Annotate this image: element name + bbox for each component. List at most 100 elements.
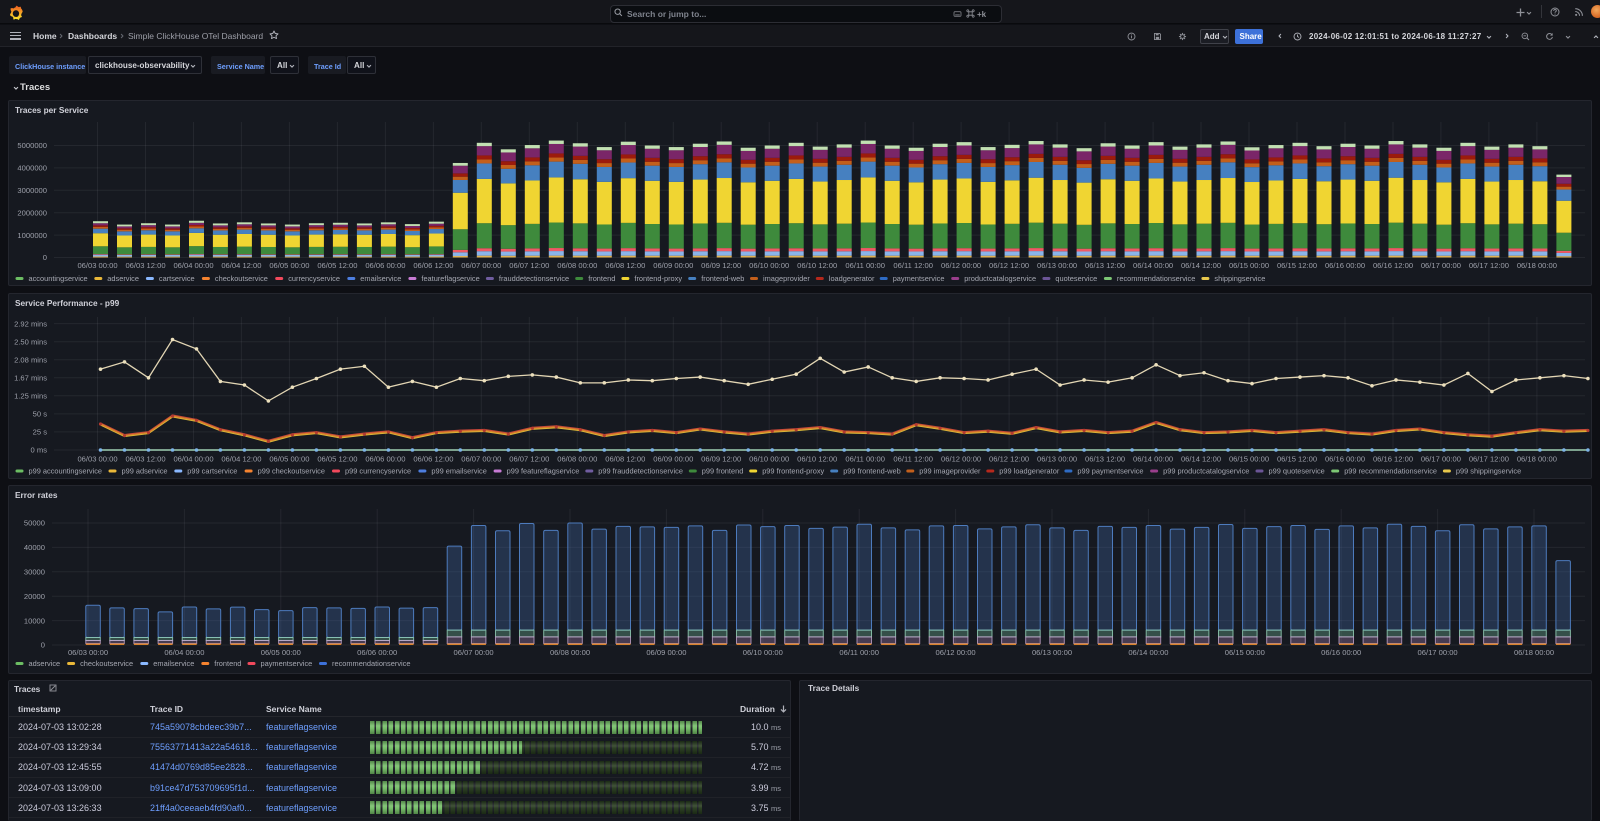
svg-text:25 s: 25 s [33,428,48,437]
svg-text:emailservice: emailservice [153,659,194,668]
svg-text:30000: 30000 [24,568,45,577]
svg-text:cartservice: cartservice [159,274,195,283]
svg-text:06/11 12:00: 06/11 12:00 [893,455,933,464]
svg-text:06/16 12:00: 06/16 12:00 [1373,261,1413,270]
svg-text:06/13 00:00: 06/13 00:00 [1037,455,1077,464]
svg-text:p99 productcatalogservice: p99 productcatalogservice [1163,467,1249,476]
svg-text:06/06 00:00: 06/06 00:00 [365,455,405,464]
svg-text:06/12 00:00: 06/12 00:00 [941,455,981,464]
svg-text:06/10 00:00: 06/10 00:00 [743,648,783,657]
svg-text:06/07 00:00: 06/07 00:00 [461,455,501,464]
svg-text:06/09 00:00: 06/09 00:00 [653,455,693,464]
svg-text:p99 adservice: p99 adservice [122,467,168,476]
svg-text:frontend-web: frontend-web [701,274,744,283]
svg-text:06/12 00:00: 06/12 00:00 [941,261,981,270]
svg-text:2000000: 2000000 [17,208,47,217]
svg-text:p99 emailservice: p99 emailservice [431,467,486,476]
svg-text:adservice: adservice [29,659,61,668]
svg-text:20000: 20000 [24,592,45,601]
svg-text:06/04 00:00: 06/04 00:00 [173,261,213,270]
svg-text:06/08 00:00: 06/08 00:00 [550,648,590,657]
svg-text:p99 shippingservice: p99 shippingservice [1456,467,1521,476]
svg-text:06/07 12:00: 06/07 12:00 [509,261,549,270]
svg-text:accountingservice: accountingservice [29,274,88,283]
svg-text:06/11 00:00: 06/11 00:00 [845,261,885,270]
svg-text:06/13 12:00: 06/13 12:00 [1085,261,1125,270]
svg-text:3000000: 3000000 [17,186,47,195]
svg-text:p99 accountingservice: p99 accountingservice [29,467,103,476]
svg-text:06/14 12:00: 06/14 12:00 [1181,455,1221,464]
svg-text:06/14 00:00: 06/14 00:00 [1128,648,1168,657]
svg-text:06/05 00:00: 06/05 00:00 [269,261,309,270]
svg-text:06/03 00:00: 06/03 00:00 [77,261,117,270]
svg-text:06/07 12:00: 06/07 12:00 [509,455,549,464]
svg-text:06/05 12:00: 06/05 12:00 [317,261,357,270]
svg-text:06/03 00:00: 06/03 00:00 [68,648,108,657]
svg-text:06/11 12:00: 06/11 12:00 [893,261,933,270]
svg-text:06/08 12:00: 06/08 12:00 [605,455,645,464]
svg-text:06/17 12:00: 06/17 12:00 [1469,455,1509,464]
svg-text:checkoutservice: checkoutservice [80,659,133,668]
svg-text:06/14 00:00: 06/14 00:00 [1133,261,1173,270]
svg-text:50 s: 50 s [33,410,48,419]
svg-text:paymentservice: paymentservice [893,274,945,283]
svg-text:06/12 12:00: 06/12 12:00 [989,261,1029,270]
svg-text:06/08 12:00: 06/08 12:00 [605,261,645,270]
svg-text:06/07 00:00: 06/07 00:00 [461,261,501,270]
svg-text:1000000: 1000000 [17,231,47,240]
svg-text:50000: 50000 [24,519,45,528]
svg-text:p99 paymentservice: p99 paymentservice [1077,467,1143,476]
svg-text:0: 0 [43,253,47,262]
svg-text:06/09 00:00: 06/09 00:00 [646,648,686,657]
svg-text:adservice: adservice [107,274,139,283]
svg-text:06/05 00:00: 06/05 00:00 [269,455,309,464]
svg-text:06/04 12:00: 06/04 12:00 [221,455,261,464]
svg-text:frauddetectionservice: frauddetectionservice [499,274,569,283]
svg-text:10000: 10000 [24,616,45,625]
svg-text:frontend: frontend [214,659,241,668]
svg-text:0: 0 [41,641,45,650]
svg-text:1.67 mins: 1.67 mins [14,374,47,383]
svg-text:06/10 12:00: 06/10 12:00 [797,455,837,464]
svg-text:loadgenerator: loadgenerator [829,274,875,283]
svg-text:4000000: 4000000 [17,164,47,173]
svg-text:06/10 12:00: 06/10 12:00 [797,261,837,270]
svg-text:06/11 00:00: 06/11 00:00 [839,648,879,657]
svg-text:paymentservice: paymentservice [261,659,313,668]
svg-text:06/05 12:00: 06/05 12:00 [317,455,357,464]
svg-text:p99 checkoutservice: p99 checkoutservice [258,467,325,476]
svg-text:06/17 00:00: 06/17 00:00 [1421,455,1461,464]
svg-text:p99 frontend: p99 frontend [702,467,744,476]
svg-text:frontend: frontend [588,274,615,283]
svg-text:06/17 00:00: 06/17 00:00 [1421,261,1461,270]
svg-text:emailservice: emailservice [360,274,401,283]
svg-text:5000000: 5000000 [17,141,47,150]
svg-text:quoteservice: quoteservice [1055,274,1097,283]
svg-text:06/14 12:00: 06/14 12:00 [1181,261,1221,270]
svg-text:06/03 12:00: 06/03 12:00 [125,261,165,270]
svg-text:06/05 00:00: 06/05 00:00 [261,648,301,657]
svg-text:p99 featureflagservice: p99 featureflagservice [507,467,580,476]
svg-text:1.25 mins: 1.25 mins [14,392,47,401]
svg-text:p99 frontend-web: p99 frontend-web [843,467,901,476]
svg-text:p99 currencyservice: p99 currencyservice [345,467,411,476]
svg-text:06/18 00:00: 06/18 00:00 [1517,455,1557,464]
svg-text:06/08 00:00: 06/08 00:00 [557,455,597,464]
svg-text:p99 recommendationservice: p99 recommendationservice [1344,467,1437,476]
svg-text:p99 frauddetectionservice: p99 frauddetectionservice [598,467,683,476]
svg-text:currencyservice: currencyservice [288,274,340,283]
svg-text:06/17 12:00: 06/17 12:00 [1469,261,1509,270]
svg-text:frontend-proxy: frontend-proxy [634,274,682,283]
svg-text:featureflagservice: featureflagservice [421,274,479,283]
svg-text:06/15 12:00: 06/15 12:00 [1277,455,1317,464]
svg-text:06/06 12:00: 06/06 12:00 [413,261,453,270]
svg-text:06/04 00:00: 06/04 00:00 [173,455,213,464]
svg-text:06/16 00:00: 06/16 00:00 [1321,648,1361,657]
svg-text:06/09 12:00: 06/09 12:00 [701,261,741,270]
svg-text:06/09 12:00: 06/09 12:00 [701,455,741,464]
svg-text:06/04 12:00: 06/04 12:00 [221,261,261,270]
svg-text:06/10 00:00: 06/10 00:00 [749,261,789,270]
svg-text:06/03 00:00: 06/03 00:00 [77,455,117,464]
svg-text:p99 quoteservice: p99 quoteservice [1269,467,1325,476]
svg-text:06/11 00:00: 06/11 00:00 [845,455,885,464]
